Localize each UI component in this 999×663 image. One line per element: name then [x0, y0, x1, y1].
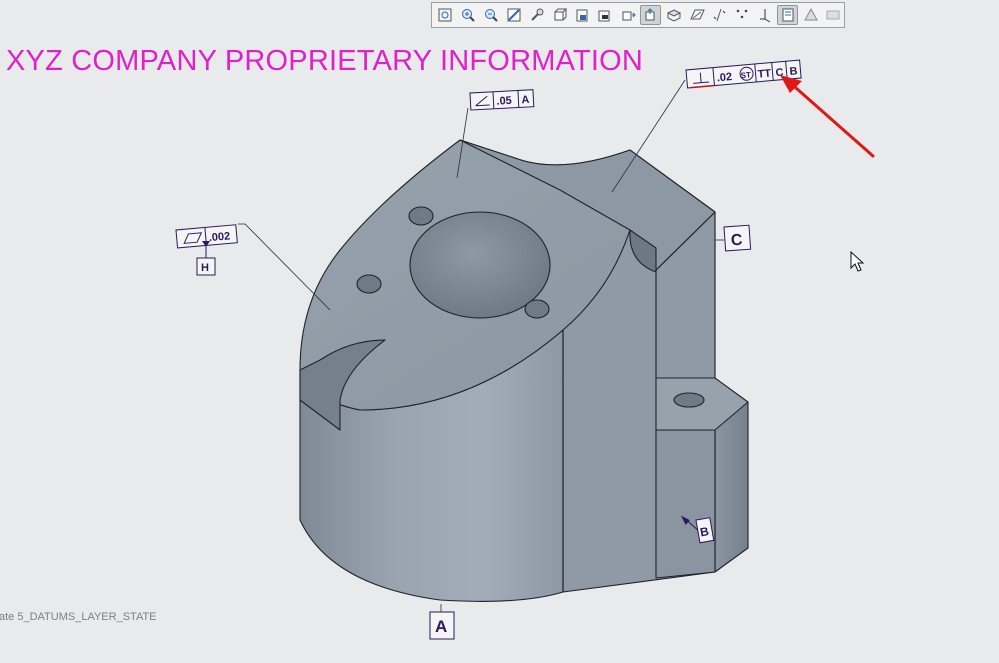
graphics-window[interactable]: .05 A .02 ST TT C B .002 H C B A [0, 0, 999, 663]
part-hole-1 [408, 206, 434, 226]
part-hole-3 [524, 299, 550, 319]
datum-c-label: C [730, 232, 743, 250]
part-step-hole [673, 392, 705, 408]
part-hole-2 [356, 274, 382, 294]
perpendicularity-tolerance: .02 [716, 71, 732, 84]
perpendicularity-extra: TT [757, 68, 772, 81]
part-step-front [655, 429, 716, 579]
mouse-cursor-icon [850, 251, 865, 272]
perpendicularity-datum-2: B [789, 65, 798, 78]
fcf-perpendicularity[interactable]: .02 ST TT C B [685, 59, 802, 89]
angularity-tolerance: .05 [496, 95, 512, 108]
part-model[interactable] [299, 139, 749, 602]
fcf-angularity[interactable]: .05 A [469, 89, 535, 111]
datum-feature-c[interactable]: C [723, 224, 752, 252]
statistical-modifier: ST [740, 70, 751, 80]
datum-feature-a[interactable]: A [429, 611, 455, 640]
datum-a-label: A [435, 617, 447, 636]
layer-state-label: ate 5_DATUMS_LAYER_STATE [0, 611, 157, 623]
callout-arrow [780, 75, 875, 158]
flatness-tolerance: .002 [208, 230, 230, 244]
angularity-datum: A [521, 94, 530, 106]
datum-h-label: H [201, 262, 209, 274]
